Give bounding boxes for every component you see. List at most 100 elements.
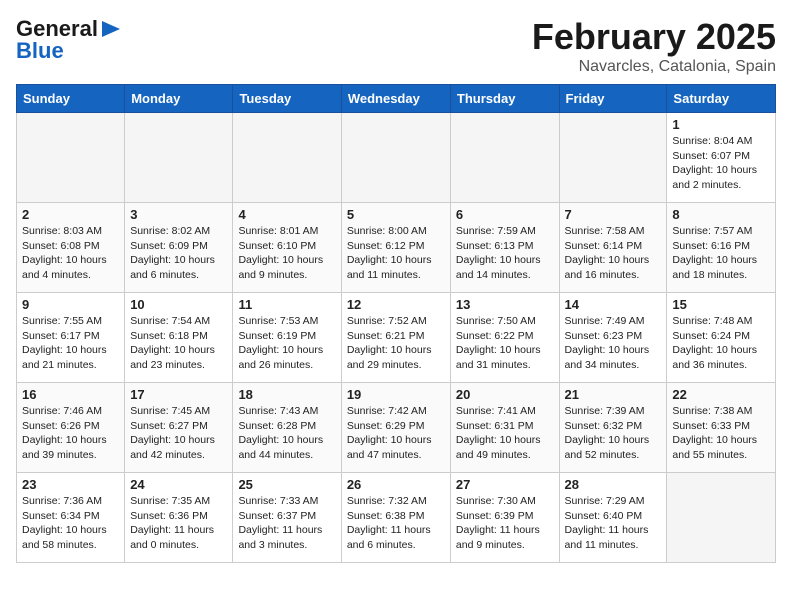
day-number: 25 bbox=[238, 477, 335, 492]
calendar-cell: 24 Sunrise: 7:35 AM Sunset: 6:36 PM Dayli… bbox=[125, 473, 233, 563]
day-number: 11 bbox=[238, 297, 335, 312]
weekday-header-monday: Monday bbox=[125, 85, 233, 113]
calendar-cell bbox=[450, 113, 559, 203]
day-info: Sunrise: 7:30 AM Sunset: 6:39 PM Dayligh… bbox=[456, 494, 554, 553]
calendar-cell: 20Sunrise: 7:41 AM Sunset: 6:31 PM Dayli… bbox=[450, 383, 559, 473]
calendar-cell: 3Sunrise: 8:02 AM Sunset: 6:09 PM Daylig… bbox=[125, 203, 233, 293]
day-info: Sunrise: 7:33 AM Sunset: 6:37 PM Dayligh… bbox=[238, 494, 335, 553]
weekday-header-friday: Friday bbox=[559, 85, 667, 113]
calendar-cell bbox=[125, 113, 233, 203]
calendar-cell: 9 Sunrise: 7:55 AM Sunset: 6:17 PM Daylig… bbox=[17, 293, 125, 383]
day-number: 21 bbox=[565, 387, 662, 402]
month-title: February 2025 bbox=[532, 16, 776, 58]
day-number: 16 bbox=[22, 387, 119, 402]
calendar-cell: 25 Sunrise: 7:33 AM Sunset: 6:37 PM Dayli… bbox=[233, 473, 341, 563]
calendar-cell: 6 Sunrise: 7:59 AM Sunset: 6:13 PM Daylig… bbox=[450, 203, 559, 293]
calendar-cell: 22 Sunrise: 7:38 AM Sunset: 6:33 PM Dayli… bbox=[667, 383, 776, 473]
day-number: 14 bbox=[565, 297, 662, 312]
day-info: Sunrise: 7:49 AM Sunset: 6:23 PM Dayligh… bbox=[565, 314, 662, 373]
logo-blue: Blue bbox=[16, 38, 64, 64]
day-info: Sunrise: 7:29 AM Sunset: 6:40 PM Dayligh… bbox=[565, 494, 662, 553]
day-number: 19 bbox=[347, 387, 445, 402]
calendar-cell: 12 Sunrise: 7:52 AM Sunset: 6:21 PM Dayli… bbox=[341, 293, 450, 383]
calendar-cell: 7 Sunrise: 7:58 AM Sunset: 6:14 PM Daylig… bbox=[559, 203, 667, 293]
day-number: 18 bbox=[238, 387, 335, 402]
day-info: Sunrise: 7:50 AM Sunset: 6:22 PM Dayligh… bbox=[456, 314, 554, 373]
day-info: Sunrise: 7:57 AM Sunset: 6:16 PM Dayligh… bbox=[672, 224, 770, 283]
day-number: 6 bbox=[456, 207, 554, 222]
day-number: 15 bbox=[672, 297, 770, 312]
weekday-header-tuesday: Tuesday bbox=[233, 85, 341, 113]
day-number: 12 bbox=[347, 297, 445, 312]
calendar-week-row: 16Sunrise: 7:46 AM Sunset: 6:26 PM Dayli… bbox=[17, 383, 776, 473]
day-info: Sunrise: 7:58 AM Sunset: 6:14 PM Dayligh… bbox=[565, 224, 662, 283]
calendar-cell: 15 Sunrise: 7:48 AM Sunset: 6:24 PM Dayli… bbox=[667, 293, 776, 383]
calendar-cell: 1Sunrise: 8:04 AM Sunset: 6:07 PM Daylig… bbox=[667, 113, 776, 203]
calendar-cell: 8Sunrise: 7:57 AM Sunset: 6:16 PM Daylig… bbox=[667, 203, 776, 293]
calendar-cell: 4 Sunrise: 8:01 AM Sunset: 6:10 PM Daylig… bbox=[233, 203, 341, 293]
day-number: 1 bbox=[672, 117, 770, 132]
day-info: Sunrise: 7:48 AM Sunset: 6:24 PM Dayligh… bbox=[672, 314, 770, 373]
calendar-cell: 10 Sunrise: 7:54 AM Sunset: 6:18 PM Dayli… bbox=[125, 293, 233, 383]
calendar-cell: 27 Sunrise: 7:30 AM Sunset: 6:39 PM Dayli… bbox=[450, 473, 559, 563]
logo: General Blue bbox=[16, 16, 122, 64]
day-info: Sunrise: 7:39 AM Sunset: 6:32 PM Dayligh… bbox=[565, 404, 662, 463]
day-number: 10 bbox=[130, 297, 227, 312]
calendar-cell: 5 Sunrise: 8:00 AM Sunset: 6:12 PM Daylig… bbox=[341, 203, 450, 293]
calendar-table: SundayMondayTuesdayWednesdayThursdayFrid… bbox=[16, 84, 776, 563]
day-info: Sunrise: 7:55 AM Sunset: 6:17 PM Dayligh… bbox=[22, 314, 119, 373]
calendar-week-row: 1Sunrise: 8:04 AM Sunset: 6:07 PM Daylig… bbox=[17, 113, 776, 203]
day-info: Sunrise: 7:32 AM Sunset: 6:38 PM Dayligh… bbox=[347, 494, 445, 553]
weekday-header-sunday: Sunday bbox=[17, 85, 125, 113]
weekday-header-wednesday: Wednesday bbox=[341, 85, 450, 113]
calendar-cell: 2Sunrise: 8:03 AM Sunset: 6:08 PM Daylig… bbox=[17, 203, 125, 293]
day-number: 4 bbox=[238, 207, 335, 222]
day-number: 3 bbox=[130, 207, 227, 222]
calendar-cell: 21 Sunrise: 7:39 AM Sunset: 6:32 PM Dayli… bbox=[559, 383, 667, 473]
day-number: 22 bbox=[672, 387, 770, 402]
day-number: 20 bbox=[456, 387, 554, 402]
day-number: 23 bbox=[22, 477, 119, 492]
day-info: Sunrise: 7:38 AM Sunset: 6:33 PM Dayligh… bbox=[672, 404, 770, 463]
logo-arrow-icon bbox=[100, 19, 122, 39]
calendar-cell: 17 Sunrise: 7:45 AM Sunset: 6:27 PM Dayli… bbox=[125, 383, 233, 473]
calendar-cell: 19 Sunrise: 7:42 AM Sunset: 6:29 PM Dayli… bbox=[341, 383, 450, 473]
day-info: Sunrise: 7:42 AM Sunset: 6:29 PM Dayligh… bbox=[347, 404, 445, 463]
calendar-cell bbox=[667, 473, 776, 563]
day-number: 17 bbox=[130, 387, 227, 402]
day-info: Sunrise: 7:59 AM Sunset: 6:13 PM Dayligh… bbox=[456, 224, 554, 283]
day-number: 27 bbox=[456, 477, 554, 492]
day-number: 28 bbox=[565, 477, 662, 492]
day-number: 7 bbox=[565, 207, 662, 222]
day-info: Sunrise: 7:45 AM Sunset: 6:27 PM Dayligh… bbox=[130, 404, 227, 463]
calendar-cell: 14 Sunrise: 7:49 AM Sunset: 6:23 PM Dayli… bbox=[559, 293, 667, 383]
calendar-week-row: 2Sunrise: 8:03 AM Sunset: 6:08 PM Daylig… bbox=[17, 203, 776, 293]
day-number: 24 bbox=[130, 477, 227, 492]
day-info: Sunrise: 7:52 AM Sunset: 6:21 PM Dayligh… bbox=[347, 314, 445, 373]
day-info: Sunrise: 7:43 AM Sunset: 6:28 PM Dayligh… bbox=[238, 404, 335, 463]
day-info: Sunrise: 7:53 AM Sunset: 6:19 PM Dayligh… bbox=[238, 314, 335, 373]
day-info: Sunrise: 8:01 AM Sunset: 6:10 PM Dayligh… bbox=[238, 224, 335, 283]
day-info: Sunrise: 8:00 AM Sunset: 6:12 PM Dayligh… bbox=[347, 224, 445, 283]
calendar-cell: 28 Sunrise: 7:29 AM Sunset: 6:40 PM Dayli… bbox=[559, 473, 667, 563]
weekday-header-thursday: Thursday bbox=[450, 85, 559, 113]
calendar-cell bbox=[341, 113, 450, 203]
day-number: 5 bbox=[347, 207, 445, 222]
calendar-week-row: 23 Sunrise: 7:36 AM Sunset: 6:34 PM Dayli… bbox=[17, 473, 776, 563]
header: General Blue February 2025 Navarcles, Ca… bbox=[16, 16, 776, 76]
calendar-week-row: 9 Sunrise: 7:55 AM Sunset: 6:17 PM Daylig… bbox=[17, 293, 776, 383]
day-info: Sunrise: 7:35 AM Sunset: 6:36 PM Dayligh… bbox=[130, 494, 227, 553]
calendar-header-row: SundayMondayTuesdayWednesdayThursdayFrid… bbox=[17, 85, 776, 113]
calendar-cell: 26Sunrise: 7:32 AM Sunset: 6:38 PM Dayli… bbox=[341, 473, 450, 563]
calendar-cell bbox=[559, 113, 667, 203]
calendar-cell: 23 Sunrise: 7:36 AM Sunset: 6:34 PM Dayli… bbox=[17, 473, 125, 563]
day-number: 13 bbox=[456, 297, 554, 312]
weekday-header-saturday: Saturday bbox=[667, 85, 776, 113]
day-info: Sunrise: 7:36 AM Sunset: 6:34 PM Dayligh… bbox=[22, 494, 119, 553]
day-number: 9 bbox=[22, 297, 119, 312]
day-info: Sunrise: 7:54 AM Sunset: 6:18 PM Dayligh… bbox=[130, 314, 227, 373]
calendar-cell: 13 Sunrise: 7:50 AM Sunset: 6:22 PM Dayli… bbox=[450, 293, 559, 383]
calendar-cell bbox=[233, 113, 341, 203]
day-number: 2 bbox=[22, 207, 119, 222]
calendar-cell: 11 Sunrise: 7:53 AM Sunset: 6:19 PM Dayli… bbox=[233, 293, 341, 383]
